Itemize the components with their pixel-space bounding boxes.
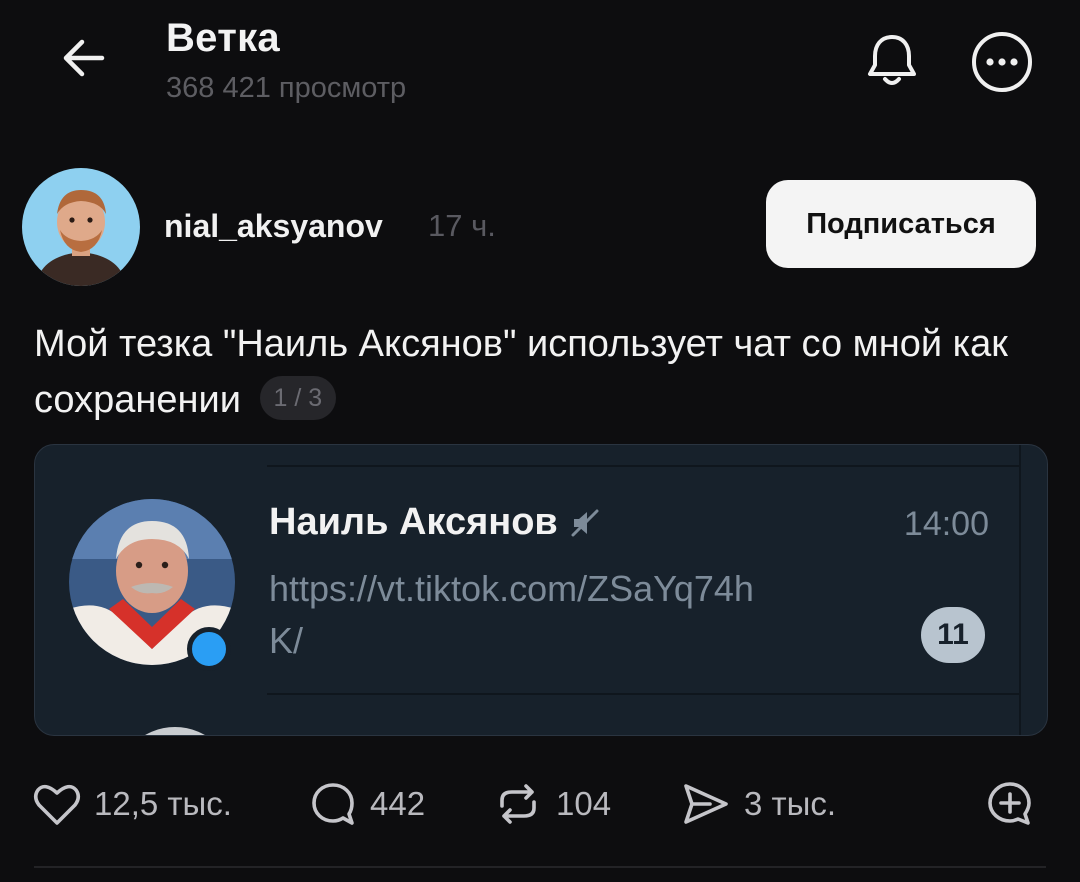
page-title: Ветка	[166, 16, 280, 60]
comment-button[interactable]: 442	[308, 772, 425, 836]
post-actions: 12,5 тыс. 442 104 3 тыс.	[32, 772, 1042, 836]
send-icon	[684, 784, 728, 824]
view-count: 368 421 просмотр	[166, 72, 407, 104]
chat-time: 14:00	[903, 505, 989, 543]
divider	[267, 693, 1019, 695]
post-time: 17 ч.	[428, 208, 496, 243]
add-reaction-icon	[988, 782, 1031, 825]
share-button[interactable]: 3 тыс.	[680, 772, 836, 836]
back-button[interactable]	[52, 26, 116, 90]
divider	[34, 866, 1046, 868]
repost-icon	[500, 784, 536, 824]
repost-count: 104	[556, 785, 612, 822]
notifications-button[interactable]	[856, 24, 928, 96]
bell-icon	[868, 35, 916, 85]
subscribe-button[interactable]: Подписаться	[766, 180, 1036, 268]
chat-name-text: Наиль Аксянов	[269, 501, 558, 543]
online-indicator	[187, 627, 231, 671]
comment-count: 442	[370, 785, 426, 822]
post-image[interactable]: Наиль Аксянов 14:00 https://vt.tiktok.co…	[34, 444, 1048, 736]
add-reaction-button[interactable]	[984, 772, 1036, 836]
share-count: 3 тыс.	[744, 785, 837, 822]
unread-count-badge: 11	[921, 607, 985, 663]
divider	[267, 465, 1019, 467]
repost-button[interactable]: 104	[492, 772, 611, 836]
comment-icon	[312, 783, 354, 825]
more-horizontal-icon	[972, 32, 1032, 92]
chat-message-preview: https://vt.tiktok.com/ZSaYq74hK/	[269, 568, 754, 661]
arrow-left-icon	[63, 39, 105, 77]
more-options-button[interactable]	[968, 28, 1036, 96]
divider	[1019, 445, 1021, 735]
next-chat-avatar	[115, 727, 235, 735]
muted-speaker-icon	[571, 509, 599, 536]
image-counter-badge: 1 / 3	[259, 375, 337, 420]
like-button[interactable]: 12,5 тыс.	[32, 772, 232, 836]
author-avatar[interactable]	[22, 168, 140, 286]
author-username[interactable]: nial_aksyanov	[164, 208, 383, 245]
like-count: 12,5 тыс.	[94, 785, 232, 822]
post-text-content: Мой тезка "Наиль Аксянов" использует чат…	[34, 323, 1008, 421]
chat-name: Наиль Аксянов	[269, 501, 600, 544]
post-text: Мой тезка "Наиль Аксянов" использует чат…	[34, 316, 1034, 428]
heart-icon	[33, 784, 81, 825]
